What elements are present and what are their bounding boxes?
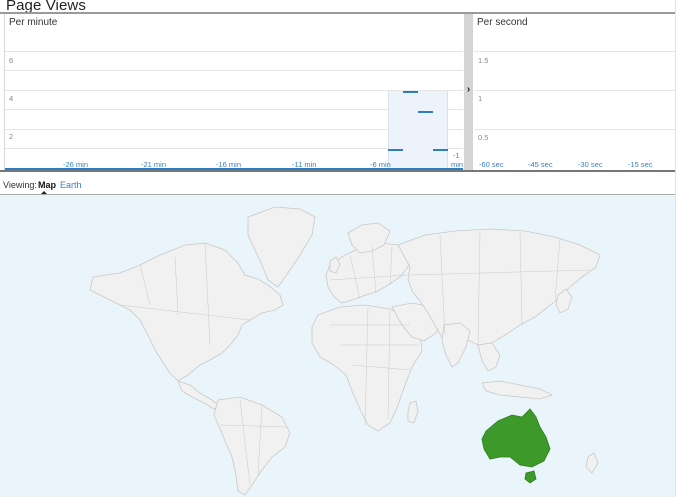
- bar: [418, 110, 433, 113]
- tab-earth[interactable]: Earth: [60, 180, 82, 190]
- y-tick-label: 1: [478, 94, 483, 103]
- y-tick-label: 0.5: [478, 133, 489, 142]
- gridline: [474, 129, 675, 130]
- gridline: [5, 51, 463, 52]
- tab-map[interactable]: Map: [38, 180, 56, 190]
- y-tick-label: 2: [9, 132, 14, 141]
- x-tick-label: -15 sec: [628, 160, 653, 169]
- world-map[interactable]: [0, 194, 675, 497]
- x-tick-label: -21 min: [141, 160, 167, 169]
- bar: [403, 91, 418, 94]
- x-tick-label: -30 sec: [578, 160, 603, 169]
- per-minute-label: Per minute: [9, 17, 58, 28]
- y-tick-label: 4: [9, 94, 14, 103]
- per-minute-chart: Per minute 6 4 2 -26 min -21 min -16 min…: [4, 14, 464, 171]
- y-tick-label: 6: [9, 56, 14, 65]
- gridline: [5, 70, 463, 71]
- gridline: [474, 90, 675, 91]
- x-tick-label: -6 min: [370, 160, 391, 169]
- x-tick-label: -16 min: [216, 160, 242, 169]
- right-edge-strip: [675, 0, 690, 497]
- chevron-right-icon[interactable]: ›: [464, 84, 473, 95]
- charts-bottom-divider: [0, 170, 675, 172]
- world-map-svg: [0, 195, 675, 497]
- viewing-label: Viewing:: [3, 180, 37, 190]
- bars-highlight-region: [388, 91, 448, 168]
- x-tick-label: -26 min: [63, 160, 89, 169]
- x-tick-label: -45 sec: [528, 160, 553, 169]
- y-tick-label: 1.5: [478, 56, 489, 65]
- per-second-label: Per second: [477, 17, 528, 28]
- gridline: [474, 51, 675, 52]
- per-second-chart: Per second 1.5 1 0.5 -60 sec -45 sec -30…: [474, 14, 675, 171]
- bar: [433, 148, 448, 151]
- x-tick-label: -60 sec: [479, 160, 504, 169]
- x-tick-label: -1: [453, 151, 460, 160]
- bar: [388, 148, 403, 151]
- x-tick-label: -11 min: [292, 160, 317, 169]
- x-tick-label: min: [451, 160, 464, 169]
